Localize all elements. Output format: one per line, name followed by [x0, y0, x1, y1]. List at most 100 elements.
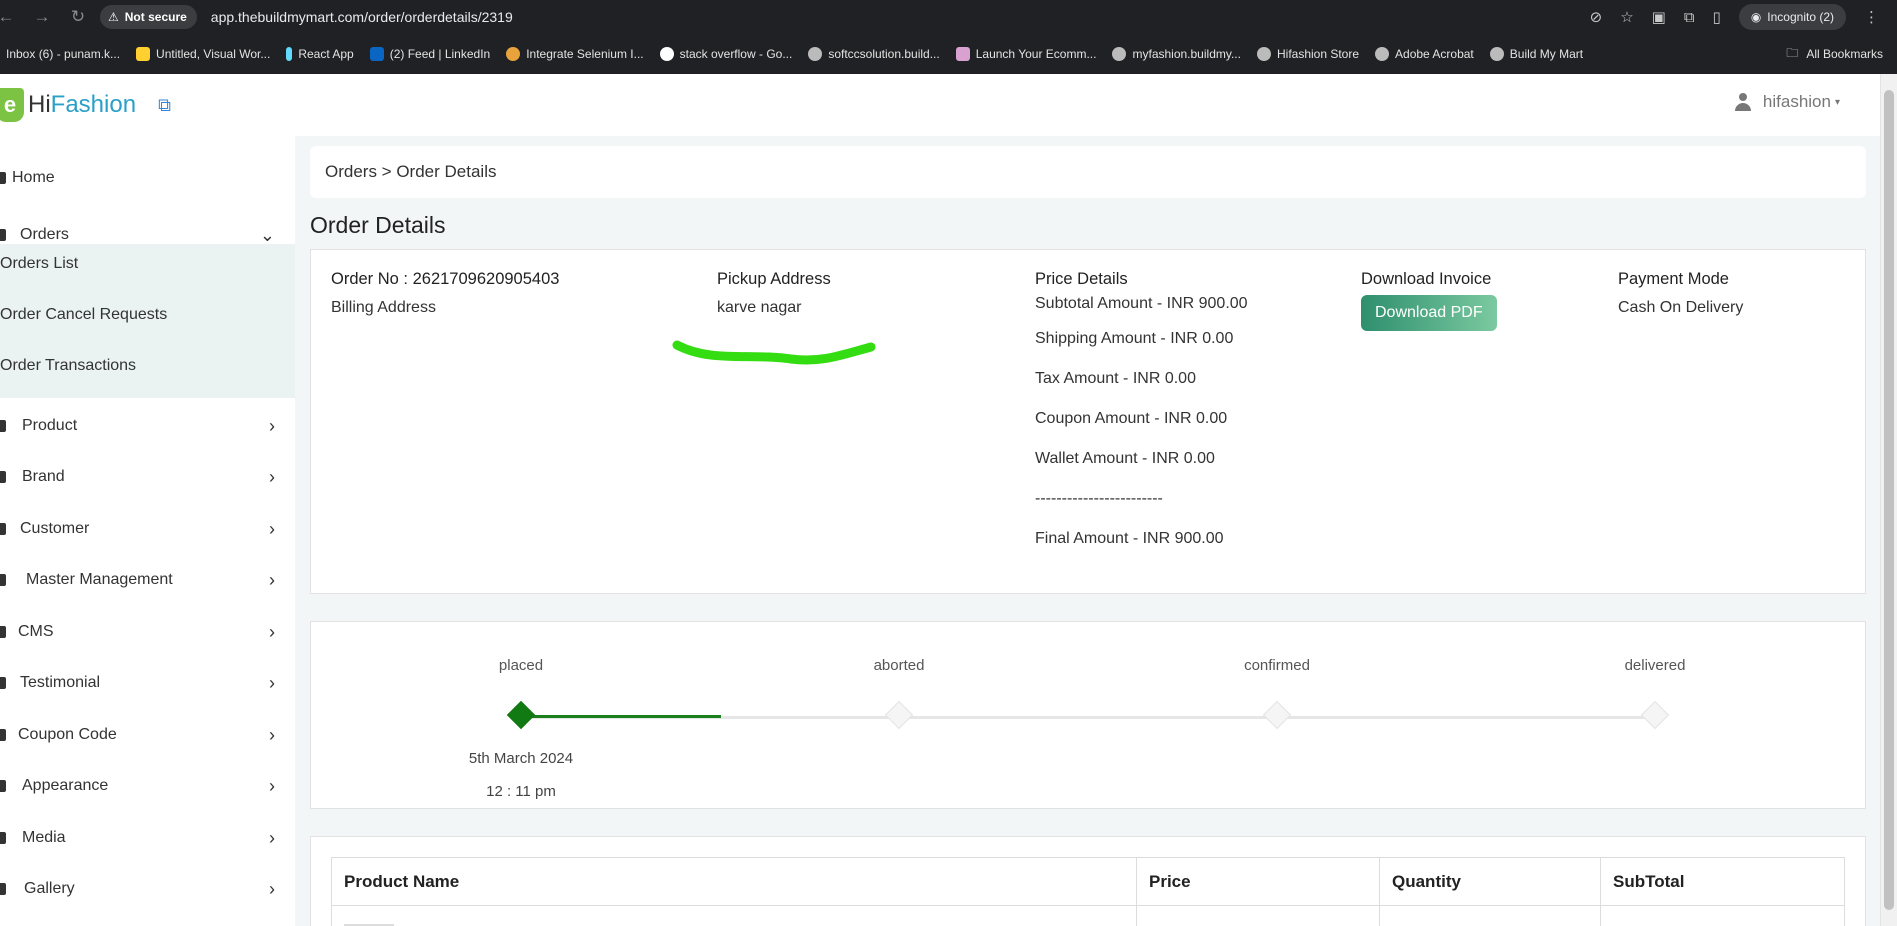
bookmark-item[interactable]: stack overflow - Go... — [659, 47, 792, 61]
brand-logo[interactable]: e HiFashion — [0, 88, 136, 122]
sidebar-item-appearance[interactable]: Appearance › — [0, 766, 295, 806]
pickup-column: Pickup Address karve nagar — [717, 270, 831, 317]
submenu-orders-list[interactable]: Orders List — [0, 244, 295, 284]
shipping-amount: Shipping Amount - INR 0.00 — [1035, 330, 1234, 347]
breadcrumb[interactable]: Orders > Order Details — [310, 146, 1866, 198]
chevron-right-icon: › — [269, 775, 275, 796]
globe-icon — [1375, 47, 1390, 61]
bookmark-item[interactable]: Adobe Acrobat — [1375, 47, 1474, 61]
step-label-delivered: delivered — [1624, 657, 1686, 674]
coupon-icon — [0, 729, 6, 741]
chevron-right-icon: › — [269, 569, 275, 590]
miro-icon — [136, 47, 151, 61]
bookmark-item[interactable]: React App — [286, 47, 354, 61]
bookmark-item[interactable]: Build My Mart — [1489, 47, 1583, 61]
products-table-card: Product Name Price Quantity SubTotal — [310, 836, 1866, 926]
forward-icon[interactable]: → — [30, 7, 54, 27]
bookmark-item[interactable]: Launch Your Ecomm... — [955, 47, 1096, 61]
app-header: e HiFashion ⧉ hifashion ▾ — [0, 74, 1880, 136]
step-marker-placed — [506, 700, 536, 730]
step-marker-delivered — [1640, 700, 1670, 730]
puzzle-icon[interactable]: ⧉ — [1684, 9, 1695, 26]
download-pdf-button[interactable]: Download PDF — [1361, 295, 1497, 331]
green-scribble — [672, 340, 876, 365]
browser-toolbar: ← → ↻ ⚠ Not secure app.thebuildmymart.co… — [0, 0, 1897, 34]
bookmark-item[interactable]: Hifashion Store — [1256, 47, 1359, 61]
tax-amount: Tax Amount - INR 0.00 — [1035, 370, 1196, 387]
address-bar[interactable]: ⚠ Not secure app.thebuildmymart.com/orde… — [100, 3, 1590, 31]
reload-icon[interactable]: ↻ — [66, 7, 90, 27]
menu-dots-icon[interactable]: ⋮ — [1864, 8, 1879, 26]
sidebar-item-gallery[interactable]: Gallery › — [0, 869, 295, 909]
incognito-icon: ◉ — [1750, 10, 1762, 24]
bookmark-item[interactable]: (2) Feed | LinkedIn — [369, 47, 490, 61]
placed-date: 5th March 2024 — [468, 750, 574, 767]
chevron-right-icon: › — [269, 878, 275, 899]
back-icon[interactable]: ← — [0, 7, 18, 27]
payment-column: Payment Mode Cash On Delivery — [1618, 270, 1743, 317]
external-link-icon[interactable]: ⧉ — [158, 95, 171, 116]
bookmark-item[interactable]: Untitled, Visual Wor... — [136, 47, 270, 61]
globe-icon — [1256, 47, 1271, 61]
chevron-right-icon: › — [269, 466, 275, 487]
chrome-icon — [506, 47, 521, 61]
col-subtotal: SubTotal — [1600, 857, 1845, 906]
sidebar-item-home[interactable]: Home — [0, 158, 295, 198]
pickup-address-value: karve nagar — [717, 299, 802, 316]
bookmark-item[interactable]: softccsolution.build... — [808, 47, 940, 61]
sidebar-item-product[interactable]: Product › — [0, 406, 295, 446]
submenu-order-cancel-requests[interactable]: Order Cancel Requests — [0, 295, 295, 335]
chevron-right-icon: › — [269, 827, 275, 848]
sidebar-item-customer[interactable]: Customer › — [0, 509, 295, 549]
user-menu[interactable]: hifashion ▾ — [1734, 92, 1840, 112]
shopping-bag-icon: e — [0, 88, 24, 122]
step-label-placed: placed — [498, 657, 544, 674]
payment-mode-label: Payment Mode — [1618, 270, 1729, 288]
url-text[interactable]: app.thebuildmymart.com/order/orderdetail… — [211, 9, 513, 25]
table-header-row: Product Name Price Quantity SubTotal — [331, 857, 1845, 906]
col-quantity: Quantity — [1379, 857, 1601, 906]
sidebar-item-brand[interactable]: Brand › — [0, 457, 295, 497]
folder-icon: 🗀 — [1786, 45, 1799, 60]
sidepanel-icon[interactable]: ▯ — [1713, 8, 1721, 26]
bookmark-item[interactable]: Inbox (6) - punam.k... — [0, 47, 120, 61]
coupon-amount: Coupon Amount - INR 0.00 — [1035, 410, 1228, 427]
react-icon — [286, 47, 293, 61]
sidebar-item-master-management[interactable]: Master Management › — [0, 560, 295, 600]
all-bookmarks[interactable]: 🗀 All Bookmarks — [1774, 34, 1883, 74]
globe-icon — [1489, 47, 1504, 61]
bookmark-item[interactable]: Integrate Selenium I... — [506, 47, 644, 61]
eye-off-icon[interactable]: ⊘ — [1590, 8, 1603, 26]
cms-icon — [0, 626, 6, 638]
pickup-address-label: Pickup Address — [717, 270, 831, 288]
bookmark-item[interactable]: myfashion.buildmy... — [1112, 47, 1241, 61]
extension-icon[interactable]: ▣ — [1652, 8, 1666, 26]
scrollbar-thumb[interactable] — [1884, 90, 1894, 910]
star-icon[interactable]: ☆ — [1620, 8, 1633, 26]
chevron-right-icon: › — [269, 415, 275, 436]
chevron-right-icon: › — [269, 518, 275, 539]
appearance-icon — [0, 780, 6, 792]
gear-icon — [0, 574, 6, 586]
col-product-name: Product Name — [331, 857, 1137, 906]
submenu-order-transactions[interactable]: Order Transactions — [0, 346, 295, 386]
warning-icon: ⚠ — [108, 10, 119, 24]
brand-name: HiFashion — [28, 91, 137, 118]
linkedin-icon — [369, 47, 384, 61]
security-badge[interactable]: ⚠ Not secure — [100, 5, 197, 29]
page-scrollbar[interactable] — [1880, 74, 1897, 926]
products-table: Product Name Price Quantity SubTotal — [331, 857, 1845, 926]
product-icon — [0, 420, 6, 432]
launch-icon — [955, 47, 970, 61]
sidebar-item-coupon-code[interactable]: Coupon Code › — [0, 715, 295, 755]
media-icon — [0, 832, 6, 844]
step-marker-aborted — [884, 700, 914, 730]
price-details-label: Price Details — [1035, 270, 1128, 288]
page-title: Order Details — [310, 212, 446, 238]
placed-time: 12 : 11 pm — [486, 783, 556, 800]
sidebar-item-testimonial[interactable]: Testimonial › — [0, 663, 295, 703]
sidebar-item-media[interactable]: Media › — [0, 818, 295, 858]
sidebar-item-cms[interactable]: CMS › — [0, 612, 295, 652]
incognito-badge[interactable]: ◉ Incognito (2) — [1738, 4, 1846, 30]
caret-down-icon: ▾ — [1834, 96, 1840, 108]
